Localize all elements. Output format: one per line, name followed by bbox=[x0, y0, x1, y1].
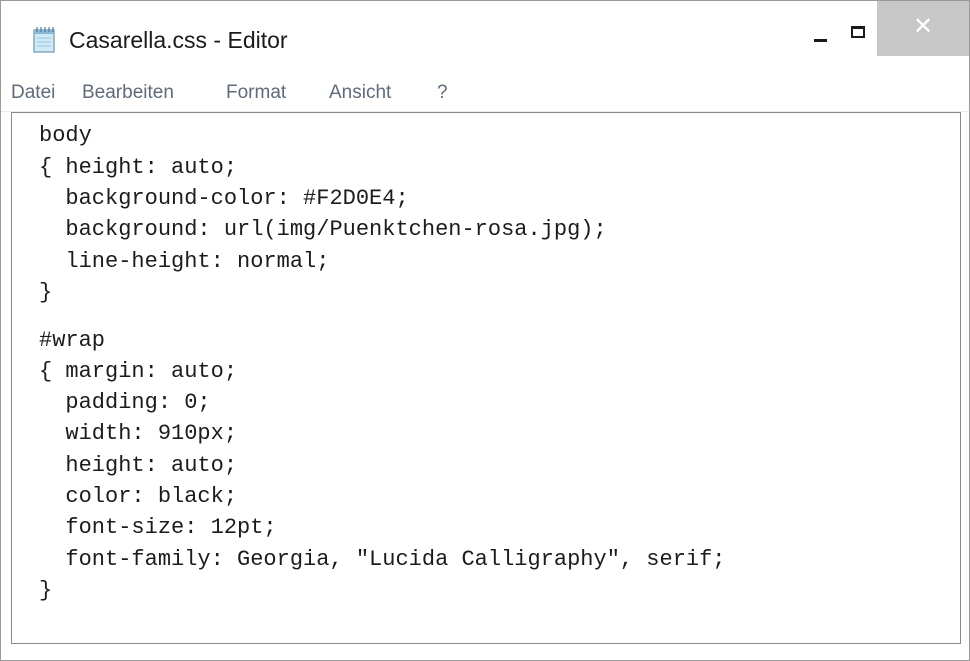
code-line: body bbox=[39, 123, 92, 148]
close-button[interactable]: ✕ bbox=[877, 1, 969, 56]
code-line: background: url(img/Puenktchen-rosa.jpg)… bbox=[39, 217, 607, 242]
text-editor-area[interactable]: body { height: auto; background-color: #… bbox=[11, 112, 961, 644]
menu-bar: Datei Bearbeiten Format Ansicht ? bbox=[1, 71, 969, 112]
notepad-icon bbox=[32, 25, 56, 53]
code-line: font-size: 12pt; bbox=[39, 515, 277, 540]
menu-ansicht[interactable]: Ansicht bbox=[329, 82, 391, 104]
code-line: } bbox=[39, 578, 53, 603]
code-line: { margin: auto; bbox=[39, 359, 238, 384]
code-line: } bbox=[39, 280, 53, 305]
code-line: line-height: normal; bbox=[39, 249, 330, 274]
minimize-button[interactable] bbox=[801, 1, 841, 55]
code-line: width: 910px; bbox=[39, 421, 238, 446]
window-title: Casarella.css - Editor bbox=[69, 27, 288, 53]
menu-datei[interactable]: Datei bbox=[11, 82, 55, 104]
code-line: { height: auto; bbox=[39, 155, 238, 180]
maximize-button[interactable] bbox=[841, 1, 881, 55]
minimize-icon bbox=[814, 39, 827, 42]
code-line: color: black; bbox=[39, 484, 238, 509]
title-bar[interactable]: Casarella.css - Editor ✕ bbox=[1, 1, 969, 71]
close-icon: ✕ bbox=[912, 12, 934, 40]
menu-help[interactable]: ? bbox=[437, 82, 448, 104]
code-line: background-color: #F2D0E4; bbox=[39, 186, 409, 211]
menu-format[interactable]: Format bbox=[226, 82, 286, 104]
code-line: height: auto; bbox=[39, 453, 238, 478]
code-line: padding: 0; bbox=[39, 390, 211, 415]
code-line: #wrap bbox=[39, 328, 106, 353]
menu-bearbeiten[interactable]: Bearbeiten bbox=[82, 82, 174, 104]
editor-window: Casarella.css - Editor ✕ Datei Bearbeite… bbox=[0, 0, 970, 661]
code-line: font-family: Georgia, "Lucida Calligraph… bbox=[39, 547, 726, 572]
maximize-icon bbox=[851, 26, 865, 38]
